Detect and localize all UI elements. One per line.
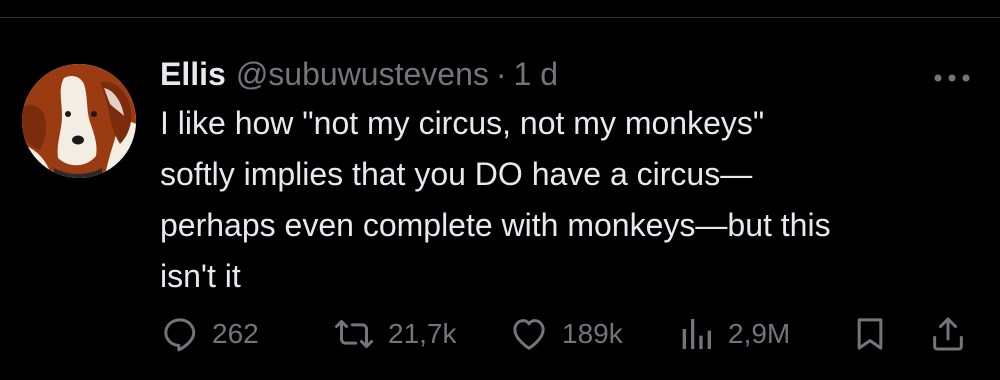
like-count: 189k (562, 318, 623, 349)
display-name[interactable]: Ellis (160, 54, 226, 94)
tweet[interactable]: Ellis @subuwustevens · 1 d I like how "n… (0, 18, 1000, 380)
reply-bubble-icon (164, 318, 196, 352)
more-dots-icon[interactable] (930, 68, 974, 88)
repost-count: 21,7k (388, 318, 457, 349)
heart-icon (513, 319, 545, 350)
bookmark-button[interactable] (850, 314, 890, 354)
tweet-text-line: I like how "not my circus, not my monkey… (160, 105, 765, 141)
reply-count: 262 (212, 318, 259, 349)
user-handle[interactable]: @subuwustevens (236, 54, 489, 94)
repost-icon (335, 320, 373, 348)
tweet-text-line: softly implies that you DO have a circus… (160, 156, 753, 192)
tweet-text: I like how "not my circus, not my monkey… (160, 98, 980, 302)
views-button[interactable]: 2,9M (676, 314, 790, 354)
tweet-header: Ellis @subuwustevens · 1 d (160, 54, 558, 94)
analytics-bars-icon (682, 319, 711, 349)
avatar-image (22, 64, 136, 178)
reply-button[interactable]: 262 (160, 314, 259, 354)
repost-button[interactable]: 21,7k (332, 314, 457, 354)
separator-dot: · (495, 56, 507, 92)
bookmark-icon (857, 318, 883, 350)
tweet-text-line: perhaps even complete with monkeys—but t… (160, 207, 831, 243)
action-bar: 262 21,7k 189k 2,9M (0, 314, 1000, 354)
avatar[interactable] (22, 64, 136, 178)
share-upload-icon (933, 317, 963, 351)
like-button[interactable]: 189k (508, 314, 623, 354)
views-count: 2,9M (728, 318, 791, 349)
share-button[interactable] (928, 314, 968, 354)
tweet-text-line: isn't it (160, 258, 241, 294)
timestamp[interactable]: 1 d (514, 54, 558, 94)
